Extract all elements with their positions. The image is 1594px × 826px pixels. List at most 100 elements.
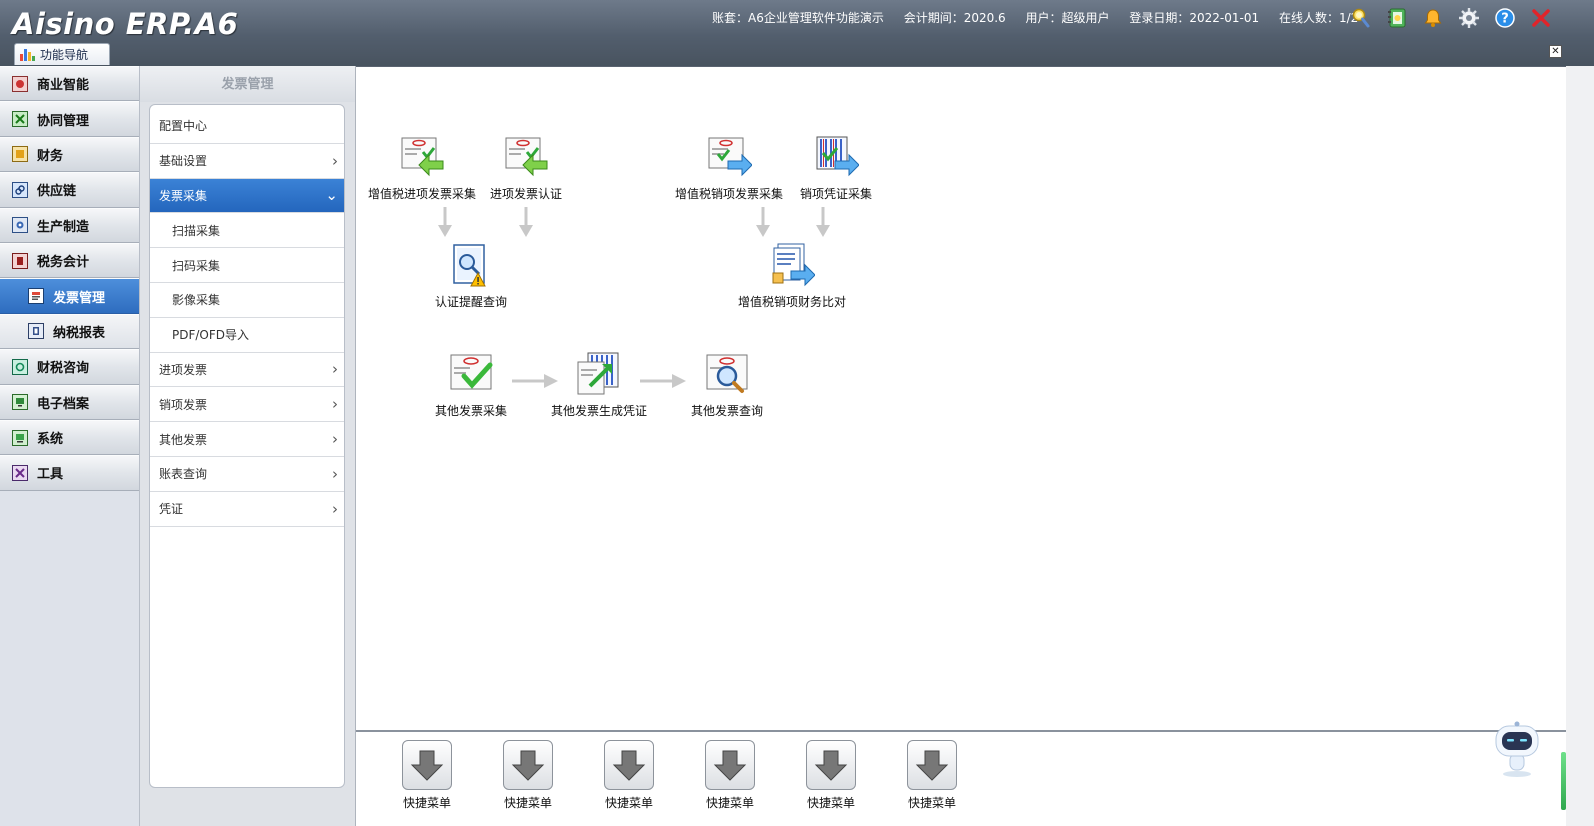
chevron-right-icon: › <box>332 360 338 379</box>
tab-function-navigation[interactable]: 功能导航 <box>14 43 110 65</box>
menu-item-label: 配置中心 <box>159 119 208 134</box>
menu-item-output-invoices[interactable]: 销项发票 › <box>150 387 344 423</box>
node-label: 其他发票生成凭证 <box>550 404 647 418</box>
monitor-icon <box>12 394 28 411</box>
app-logo: Aisino ERP.A6 <box>12 7 239 41</box>
business-intelligence-icon <box>12 75 28 92</box>
header-toolbar: ? <box>1348 5 1554 31</box>
menu-item-image-collection[interactable]: 影像采集 <box>150 283 344 318</box>
link-icon <box>12 181 28 198</box>
menu-item-basic-settings[interactable]: 基础设置 › <box>150 144 344 179</box>
arrow-down-icon <box>915 750 949 781</box>
menu-item-label: PDF/OFD导入 <box>172 328 250 343</box>
quick-menu-button[interactable]: 快捷菜单 <box>493 740 563 811</box>
node-vat-output-finance-comparison[interactable]: 增值税销项财务比对 <box>732 243 852 310</box>
quick-menu-button[interactable]: 快捷菜单 <box>796 740 866 811</box>
nav-item-tax-accounting[interactable]: 税务会计 <box>0 242 139 279</box>
nav-item-tools[interactable]: 工具 <box>0 455 139 491</box>
menu-item-report-query[interactable]: 账表查询 › <box>150 457 344 492</box>
chevron-right-icon: › <box>332 395 338 414</box>
node-label: 增值税销项财务比对 <box>737 295 846 309</box>
menu-item-label: 销项发票 <box>159 397 208 412</box>
node-output-voucher-collection[interactable]: 销项凭证采集 <box>776 135 896 202</box>
bell-icon[interactable] <box>1420 5 1446 31</box>
nav-item-supply-chain[interactable]: 供应链 <box>0 172 139 208</box>
quick-menu-label: 快捷菜单 <box>705 796 754 810</box>
quick-menu-label: 快捷菜单 <box>907 796 956 810</box>
nav-item-e-archive[interactable]: 电子档案 <box>0 384 139 420</box>
quick-menu-icon-frame <box>806 740 856 790</box>
quick-menu-button[interactable]: 快捷菜单 <box>594 740 664 811</box>
close-tab-button[interactable]: ✕ <box>1549 45 1562 58</box>
login-date-info: 登录日期：2022-01-01 <box>1129 11 1260 25</box>
menu-item-qrcode-collection[interactable]: 扫码采集 <box>150 248 344 283</box>
session-info: 账套：A6企业管理软件功能演示 会计期间：2020.6 用户：超级用户 登录日期… <box>712 9 1374 27</box>
nav-item-label: 系统 <box>37 432 64 448</box>
flow-arrow-down <box>438 207 452 237</box>
menu-item-label: 扫描采集 <box>172 223 221 238</box>
menu-item-label: 扫码采集 <box>172 258 221 273</box>
report-icon <box>28 323 44 340</box>
quick-menu-label: 快捷菜单 <box>806 796 855 810</box>
node-other-invoice-query[interactable]: 其他发票查询 <box>667 352 787 419</box>
node-label: 认证提醒查询 <box>434 295 507 309</box>
book-icon <box>12 252 28 269</box>
nav-item-label: 供应链 <box>37 184 77 200</box>
node-input-invoice-certification[interactable]: 进项发票认证 <box>466 135 586 202</box>
voucher-generate-icon <box>577 352 619 395</box>
quick-menu-button[interactable]: 快捷菜单 <box>392 740 462 811</box>
node-label: 增值税进项发票采集 <box>367 187 476 201</box>
assistant-robot-icon[interactable] <box>1490 720 1544 778</box>
nav-item-business-intelligence[interactable]: 商业智能 <box>0 66 139 102</box>
voucher-export-icon <box>816 136 859 177</box>
invoice-check-icon <box>450 354 493 390</box>
menu-item-config-center[interactable]: 配置中心 <box>150 109 344 144</box>
node-label: 销项凭证采集 <box>799 187 872 201</box>
quick-menu-button[interactable]: 快捷菜单 <box>695 740 765 811</box>
gear-icon[interactable] <box>1456 5 1482 31</box>
scrollbar-thumb[interactable] <box>1561 752 1566 810</box>
right-edge-strip <box>1566 66 1594 826</box>
help-icon[interactable]: ? <box>1492 5 1518 31</box>
node-certification-reminder-query[interactable]: 认证提醒查询 <box>411 243 531 310</box>
search-icon[interactable] <box>1348 5 1374 31</box>
node-vat-input-invoice-collection[interactable]: 增值税进项发票采集 <box>362 135 482 202</box>
invoice-icon <box>28 288 44 305</box>
nav-item-system[interactable]: 系统 <box>0 419 139 456</box>
menu-item-scan-collection[interactable]: 扫描采集 <box>150 213 344 249</box>
quick-menu-button[interactable]: 快捷菜单 <box>897 740 967 811</box>
node-label: 其他发票查询 <box>690 404 763 418</box>
finance-icon <box>12 146 28 163</box>
invoice-export-icon <box>708 137 752 177</box>
menu-item-label: 进项发票 <box>159 362 208 377</box>
quick-menu-label: 快捷菜单 <box>402 796 451 810</box>
quick-menu-icon-frame <box>705 740 755 790</box>
quick-menu-icon-frame <box>503 740 553 790</box>
menu-item-invoice-collection[interactable]: 发票采集 ⌄ <box>150 178 344 214</box>
close-icon[interactable] <box>1528 5 1554 31</box>
quick-menu-icon-frame <box>604 740 654 790</box>
collaboration-icon <box>12 111 28 128</box>
nav-item-tax-consulting[interactable]: 财税咨询 <box>0 349 139 385</box>
menu-item-label: 凭证 <box>159 502 184 517</box>
menu-item-input-invoices[interactable]: 进项发票 › <box>150 353 344 388</box>
nav-item-invoice-management[interactable]: 发票管理 <box>0 278 139 314</box>
nav-item-finance[interactable]: 财务 <box>0 136 139 173</box>
flow-arrow-down <box>756 207 770 237</box>
nav-item-label: 电子档案 <box>37 396 90 412</box>
cog-icon <box>12 217 28 234</box>
nav-item-label: 协同管理 <box>37 113 90 129</box>
node-vat-output-invoice-collection[interactable]: 增值税销项发票采集 <box>669 135 789 202</box>
nav-item-collaboration[interactable]: 协同管理 <box>0 101 139 137</box>
notebook-icon[interactable] <box>1384 5 1410 31</box>
menu-item-voucher[interactable]: 凭证 › <box>150 492 344 527</box>
quick-menu-label: 快捷菜单 <box>604 796 653 810</box>
arrow-down-icon <box>612 750 646 781</box>
nav-item-manufacturing[interactable]: 生产制造 <box>0 207 139 243</box>
nav-item-label: 税务会计 <box>37 255 90 271</box>
arrow-down-icon <box>410 750 444 781</box>
left-navigation: 商业智能 协同管理 财务 供应链 生产制造 税务会计 发票管理 纳税报表 财税咨… <box>0 66 140 826</box>
menu-item-other-invoices[interactable]: 其他发票 › <box>150 422 344 457</box>
menu-item-pdf-ofd-import[interactable]: PDF/OFD导入 <box>150 318 344 353</box>
nav-item-tax-reports[interactable]: 纳税报表 <box>0 313 139 350</box>
